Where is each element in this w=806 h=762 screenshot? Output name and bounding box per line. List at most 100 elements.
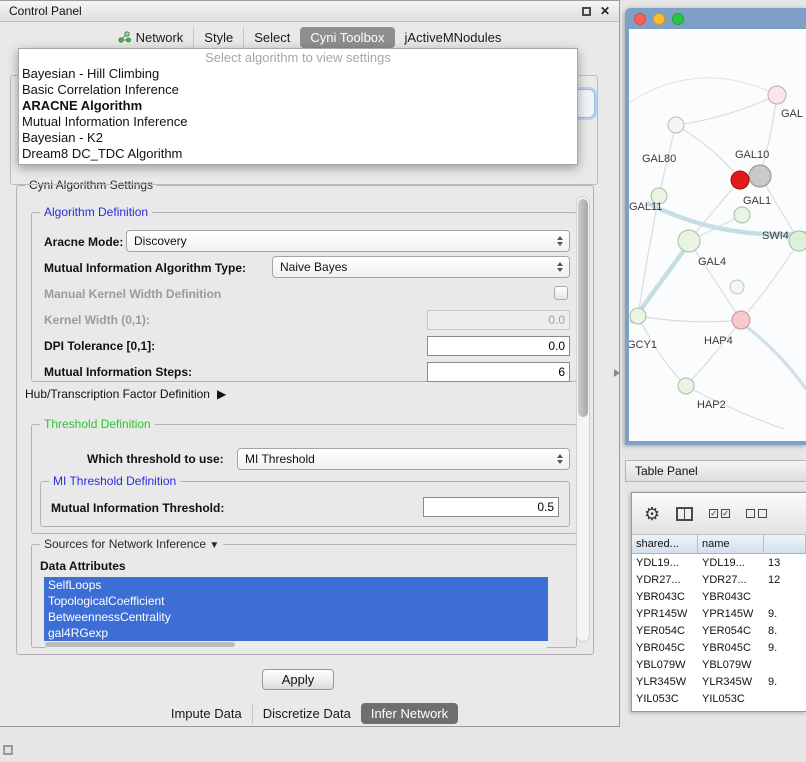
tab-network[interactable]: Network (108, 27, 194, 48)
algorithm-dropdown-popup: Select algorithm to view settings Bayesi… (18, 48, 578, 165)
attribute-item[interactable]: SelfLoops (44, 577, 548, 593)
table-header: shared... name (632, 535, 806, 554)
table-cell: 13 (764, 557, 806, 569)
settings-vscrollbar[interactable] (576, 196, 590, 642)
float-panel-icon[interactable] (582, 7, 591, 16)
algorithm-option[interactable]: Basic Correlation Inference (19, 82, 577, 98)
close-traffic-icon[interactable] (634, 13, 646, 25)
tab-style[interactable]: Style (193, 27, 243, 48)
network-node[interactable] (731, 171, 749, 189)
tab-infer-network[interactable]: Infer Network (361, 703, 458, 724)
aracne-mode-combo[interactable]: Discovery (126, 230, 570, 252)
dpi-tolerance-field[interactable] (427, 336, 570, 356)
table-cell: YBR043C (698, 591, 764, 603)
table-cell: YDL19... (698, 557, 764, 569)
table-row[interactable]: YER054CYER054C8. (632, 622, 806, 639)
network-node[interactable] (630, 308, 646, 324)
node-label: GAL80 (642, 153, 676, 165)
algorithm-option[interactable]: Bayesian - K2 (19, 130, 577, 146)
node-label: GAL4 (698, 256, 726, 268)
table-row[interactable]: YDR27...YDR27...12 (632, 571, 806, 588)
kernel-width-label: Kernel Width (0,1): (44, 313, 150, 327)
node-label: GCY1 (629, 339, 657, 351)
algorithm-option[interactable]: Bayesian - Hill Climbing (19, 66, 577, 82)
node-label: GAL10 (735, 149, 769, 161)
kernel-width-field[interactable] (427, 310, 570, 330)
table-row[interactable]: YIL053CYIL053C (632, 690, 806, 707)
network-node[interactable] (732, 311, 750, 329)
attribute-item[interactable]: BetweennessCentrality (44, 609, 548, 625)
tab-label: Infer Network (371, 706, 448, 721)
zoom-traffic-icon[interactable] (672, 13, 684, 25)
mi-threshold-definition-group: MI Threshold Definition Mutual Informati… (40, 481, 570, 527)
node-label: GAL11 (629, 201, 662, 213)
network-edge (629, 78, 777, 103)
network-node[interactable] (789, 231, 806, 251)
network-node[interactable] (678, 378, 694, 394)
minimize-traffic-icon[interactable] (653, 13, 665, 25)
deselect-all-columns-icon[interactable] (746, 509, 767, 518)
mi-algorithm-type-combo[interactable]: Naive Bayes (272, 256, 570, 278)
tab-label: Network (136, 30, 184, 45)
network-node[interactable] (668, 117, 684, 133)
algorithm-option[interactable]: Dream8 DC_TDC Algorithm (19, 146, 577, 162)
which-threshold-combo[interactable]: MI Threshold (237, 448, 570, 470)
table-row[interactable]: YLR345WYLR345W9. (632, 673, 806, 690)
hub-definition-label: Hub/Transcription Factor Definition (25, 387, 210, 401)
tab-impute-data[interactable]: Impute Data (161, 703, 252, 724)
network-node[interactable] (749, 165, 771, 187)
dpi-tolerance-label: DPI Tolerance [0,1]: (44, 339, 155, 353)
splitter-handle-icon[interactable] (614, 369, 620, 377)
table-row[interactable]: YBR045CYBR045C9. (632, 639, 806, 656)
network-node[interactable] (768, 86, 786, 104)
algorithm-definition-group: Algorithm Definition Aracne Mode: Discov… (31, 212, 577, 382)
table-row[interactable]: YBR043CYBR043C (632, 588, 806, 605)
resize-grip-icon[interactable] (3, 745, 13, 755)
attribute-item[interactable]: TopologicalCoefficient (44, 593, 548, 609)
table-row[interactable]: YBL079WYBL079W (632, 656, 806, 673)
hscrollbar-thumb[interactable] (45, 642, 235, 647)
network-node[interactable] (730, 280, 744, 294)
mi-threshold-definition-title: MI Threshold Definition (49, 474, 180, 488)
mi-steps-label: Mutual Information Steps: (44, 365, 192, 379)
mi-steps-field[interactable] (427, 362, 570, 382)
table-cell: YPR145W (698, 608, 764, 620)
select-all-columns-icon[interactable] (709, 509, 730, 518)
algorithm-option[interactable]: Mutual Information Inference (19, 114, 577, 130)
manual-kernel-checkbox[interactable] (554, 286, 568, 300)
hub-definition-expander[interactable]: Hub/Transcription Factor Definition ▶ (25, 387, 226, 401)
attribute-item[interactable]: gal4RGexp (44, 625, 548, 641)
combo-arrows-icon (557, 454, 563, 464)
column-header-clipped[interactable] (764, 535, 806, 553)
control-panel-window: Control Panel ✕ Network Style Select Cyn… (0, 0, 620, 727)
apply-button[interactable]: Apply (262, 669, 334, 690)
tab-label: Impute Data (171, 706, 242, 721)
table-cell: 12 (764, 574, 806, 586)
tab-jactivemnodules[interactable]: jActiveMNodules (395, 27, 512, 48)
column-header-shared-name[interactable]: shared... (632, 535, 698, 553)
network-canvas[interactable]: GAL80GAL10GAL11GAL1SWI4GAL4GCY1HAP4HAP2G… (629, 29, 806, 441)
close-icon[interactable]: ✕ (600, 4, 610, 18)
tab-discretize-data[interactable]: Discretize Data (252, 703, 361, 724)
table-cell: YLR345W (698, 676, 764, 688)
network-node[interactable] (678, 230, 700, 252)
table-row[interactable]: YPR145WYPR145W9. (632, 605, 806, 622)
sources-group-title[interactable]: Sources for Network Inference ▼ (40, 537, 223, 551)
network-edge (686, 320, 741, 386)
attributes-hscrollbar[interactable] (44, 641, 548, 648)
column-header-name[interactable]: name (698, 535, 764, 553)
algorithm-option[interactable]: ARACNE Algorithm (19, 98, 577, 114)
cyni-bottom-tabbar: Impute Data Discretize Data Infer Networ… (0, 701, 619, 725)
table-row[interactable]: YDL19...YDL19...13 (632, 554, 806, 571)
table-cell: YIL053C (698, 693, 764, 705)
which-threshold-label: Which threshold to use: (87, 452, 224, 466)
gear-icon[interactable]: ⚙ (644, 505, 660, 523)
columns-icon[interactable] (676, 507, 693, 521)
vscrollbar-thumb[interactable] (578, 199, 588, 417)
tab-select[interactable]: Select (243, 27, 300, 48)
network-node[interactable] (734, 207, 750, 223)
table-cell: YBL079W (698, 659, 764, 671)
network-view-window: GAL80GAL10GAL11GAL1SWI4GAL4GCY1HAP4HAP2G… (625, 8, 806, 445)
tab-cyni-toolbox[interactable]: Cyni Toolbox (300, 27, 394, 48)
mi-threshold-field[interactable] (423, 497, 559, 517)
